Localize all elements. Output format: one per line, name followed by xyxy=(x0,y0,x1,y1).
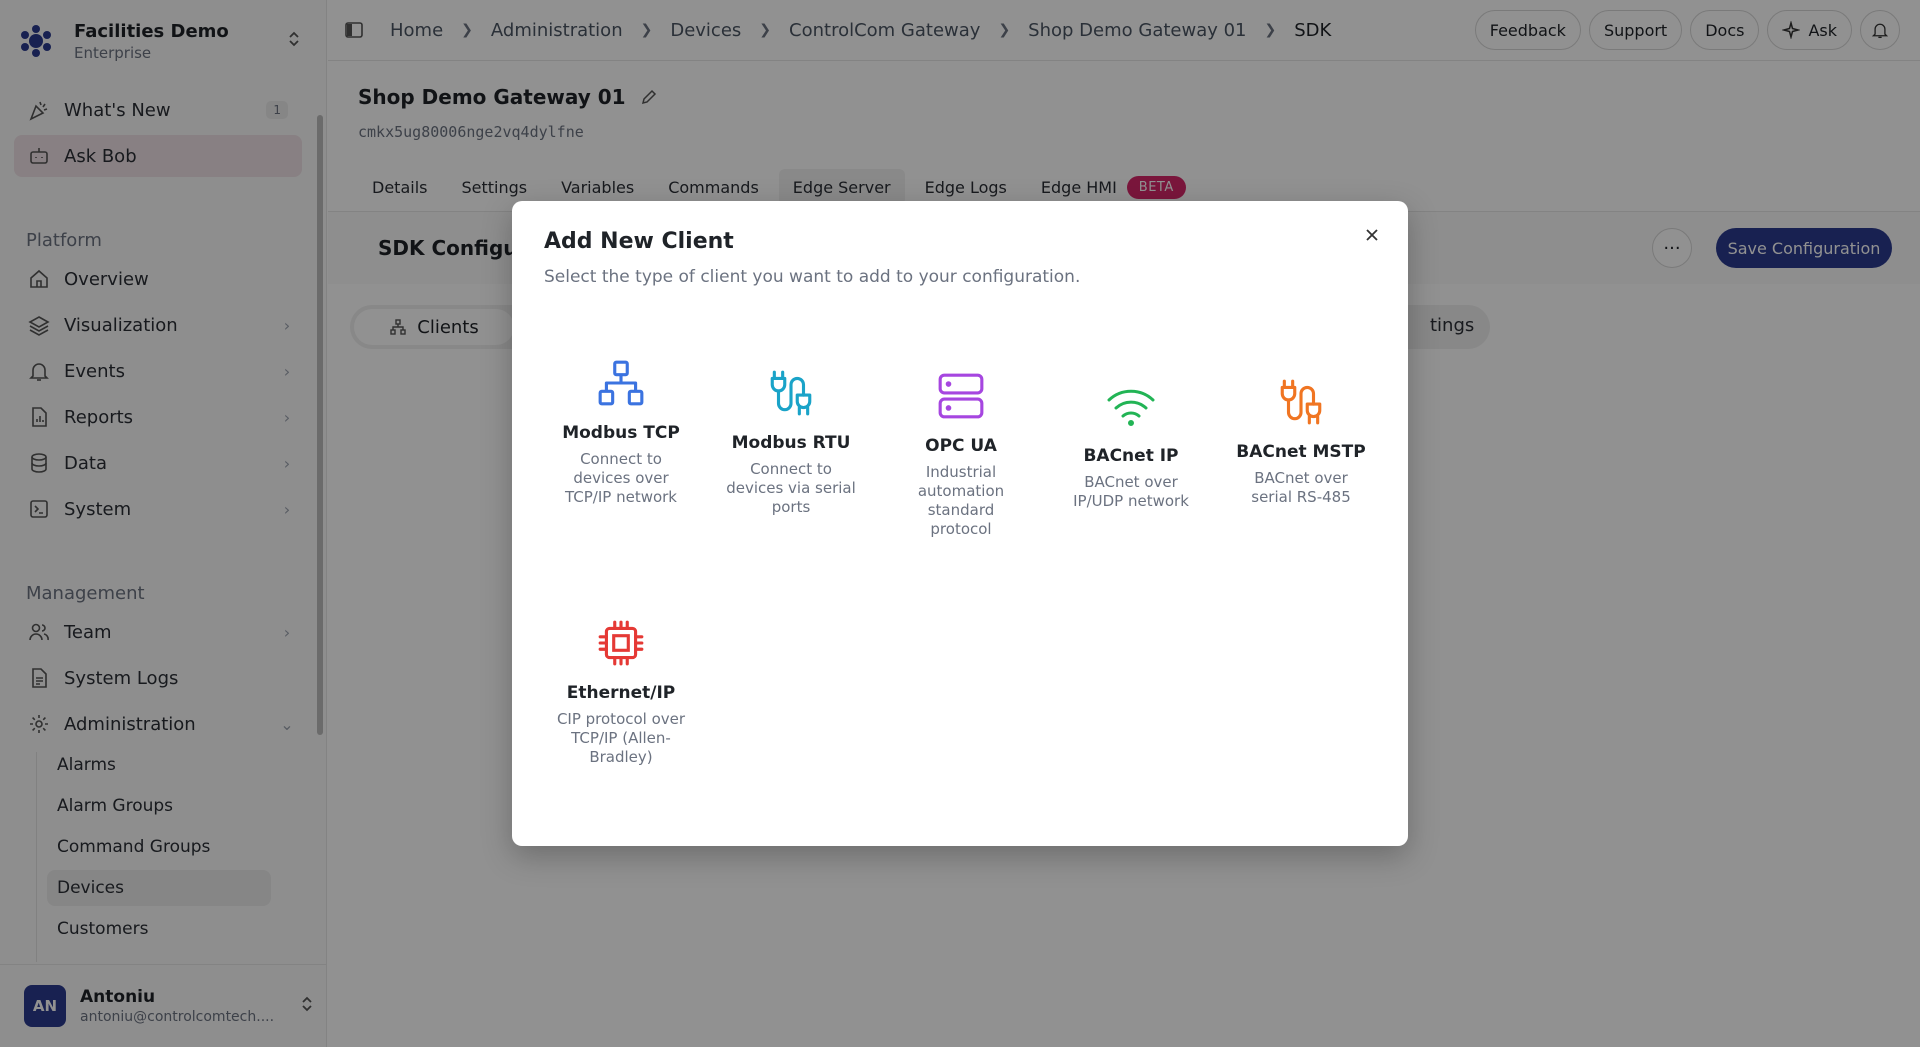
client-description: Industrial automation standard protocol xyxy=(917,463,1005,538)
client-description: Connect to devices over TCP/IP network xyxy=(564,450,677,506)
client-description: BACnet over serial RS-485 xyxy=(1251,469,1351,506)
client-description: Connect to devices via serial ports xyxy=(726,460,856,516)
add-client-dialog: Add New Client Select the type of client… xyxy=(512,201,1408,846)
cable-icon xyxy=(1236,372,1366,432)
client-option-opc-ua[interactable]: OPC UA Industrial automation standard pr… xyxy=(896,366,1026,539)
client-description: CIP protocol over TCP/IP (Allen-Bradley) xyxy=(556,710,686,766)
client-name: BACnet IP xyxy=(1083,446,1179,466)
cable-icon xyxy=(726,363,856,423)
server-icon xyxy=(896,366,1026,426)
close-icon[interactable] xyxy=(1358,221,1386,249)
client-option-ethernet-ip[interactable]: Ethernet/IP CIP protocol over TCP/IP (Al… xyxy=(556,613,686,767)
client-name: Modbus TCP xyxy=(562,423,680,443)
client-name: Ethernet/IP xyxy=(566,683,676,703)
network-icon xyxy=(556,353,686,413)
client-option-bacnet-mstp[interactable]: BACnet MSTP BACnet over serial RS-485 xyxy=(1236,372,1366,507)
wifi-icon xyxy=(1066,376,1196,436)
client-option-modbus-tcp[interactable]: Modbus TCP Connect to devices over TCP/I… xyxy=(556,353,686,507)
dialog-title: Add New Client xyxy=(544,229,734,254)
client-option-bacnet-ip[interactable]: BACnet IP BACnet over IP/UDP network xyxy=(1066,376,1196,511)
client-name: BACnet MSTP xyxy=(1236,442,1366,462)
client-description: BACnet over IP/UDP network xyxy=(1073,473,1189,510)
client-option-modbus-rtu[interactable]: Modbus RTU Connect to devices via serial… xyxy=(726,363,856,517)
client-name: Modbus RTU xyxy=(731,433,851,453)
client-name: OPC UA xyxy=(925,436,997,456)
chip-icon xyxy=(556,613,686,673)
dialog-subtitle: Select the type of client you want to ad… xyxy=(544,267,1081,287)
